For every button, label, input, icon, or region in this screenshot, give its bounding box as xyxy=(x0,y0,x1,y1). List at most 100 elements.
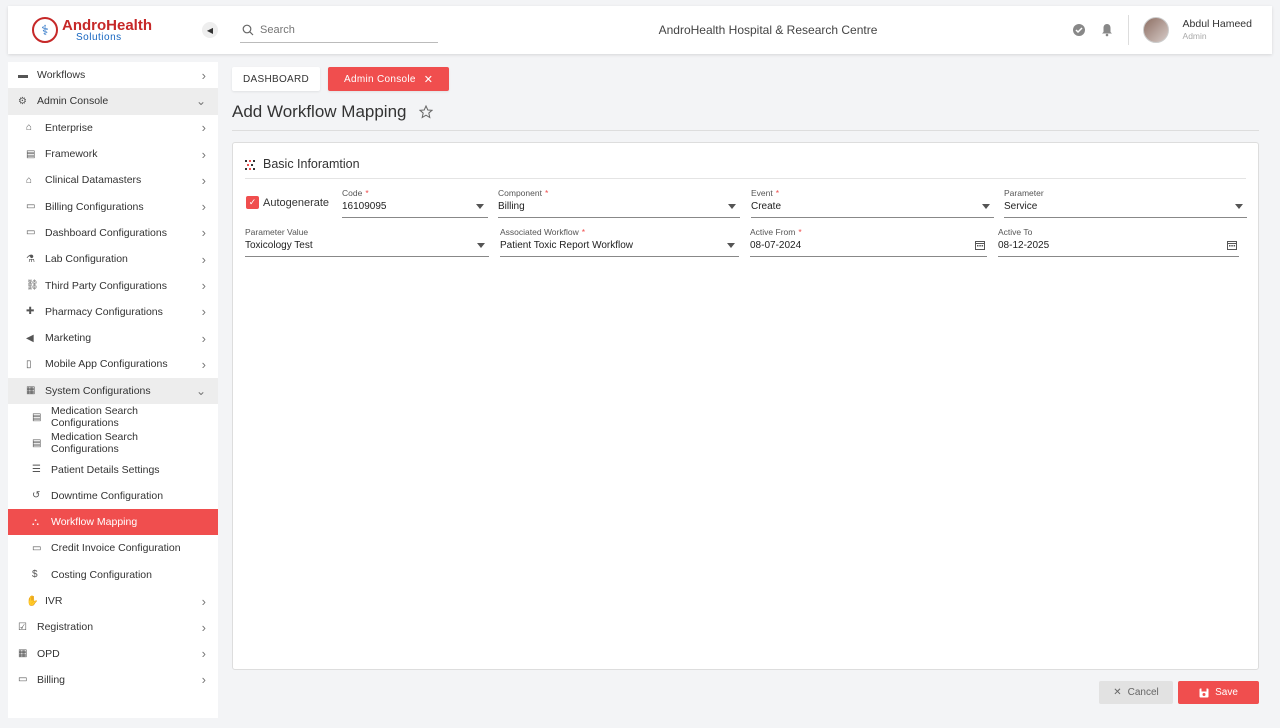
star-icon[interactable] xyxy=(418,105,433,119)
code-field[interactable]: Code * 16109095 xyxy=(342,188,488,218)
chevron-down-icon[interactable] xyxy=(728,204,736,209)
invoice-icon: ▭ xyxy=(32,542,42,554)
chevron-right-icon[interactable]: › xyxy=(202,357,206,372)
sidebar-item-ivr[interactable]: ✋ IVR › xyxy=(8,588,218,614)
active-from-field[interactable]: Active From * 08-07-2024 xyxy=(750,227,987,257)
verified-icon[interactable] xyxy=(1072,23,1086,37)
close-icon[interactable]: ✕ xyxy=(424,73,434,86)
chevron-down-icon[interactable] xyxy=(477,243,485,248)
calendar-icon[interactable] xyxy=(1227,240,1237,250)
sidebar-item-credit-invoice-configuration[interactable]: ▭ Credit Invoice Configuration xyxy=(8,535,218,561)
chevron-down-icon[interactable] xyxy=(476,204,484,209)
sidebar-item-label: Costing Configuration xyxy=(51,568,152,581)
parameter-label: Parameter xyxy=(1004,188,1044,198)
chevron-right-icon[interactable]: › xyxy=(202,147,206,162)
floppy-icon xyxy=(1199,688,1209,697)
save-label: Save xyxy=(1215,687,1238,698)
avatar[interactable] xyxy=(1142,17,1169,43)
chevron-right-icon[interactable]: › xyxy=(202,672,206,687)
brand-logo[interactable]: ⚕ AndroHealth Solutions xyxy=(8,6,208,54)
sidebar-item-opd[interactable]: ▦ OPD › xyxy=(8,641,218,667)
chevron-right-icon[interactable]: › xyxy=(202,199,206,214)
sidebar-item-lab-configuration[interactable]: ⚗ Lab Configuration › xyxy=(8,246,218,272)
hand-icon: ✋ xyxy=(26,595,39,607)
associated-workflow-value: Patient Toxic Report Workflow xyxy=(500,240,634,251)
sidebar-item-label: Dashboard Configurations xyxy=(45,226,167,239)
sidebar-item-label: Clinical Datamasters xyxy=(45,174,142,187)
sidebar-item-label: Workflows xyxy=(37,69,86,82)
sidebar-item-medication-search-configurations[interactable]: ▤ Medication Search Configurations xyxy=(8,430,218,456)
autogenerate-checkbox[interactable]: ✓ Autogenerate xyxy=(246,196,329,209)
tab-dashboard[interactable]: DASHBOARD xyxy=(232,67,321,91)
chevron-right-icon[interactable]: › xyxy=(202,594,206,609)
chevron-right-icon[interactable]: › xyxy=(202,252,206,267)
megaphone-icon: ◀ xyxy=(26,332,34,344)
sidebar-item-patient-details-settings[interactable]: ☰ Patient Details Settings xyxy=(8,456,218,482)
sidebar-item-costing-configuration[interactable]: $ Costing Configuration xyxy=(8,562,218,588)
cancel-button[interactable]: ✕ Cancel xyxy=(1099,681,1173,704)
chevron-right-icon[interactable]: › xyxy=(202,331,206,346)
sidebar-item-enterprise[interactable]: ⌂ Enterprise › xyxy=(8,115,218,141)
parameter-value-select[interactable]: Parameter Value Toxicology Test xyxy=(245,227,489,257)
chevron-down-icon[interactable]: ⌄ xyxy=(196,384,206,398)
associated-workflow-select[interactable]: Associated Workflow * Patient Toxic Repor… xyxy=(500,227,739,257)
parameter-select[interactable]: Parameter Service xyxy=(1004,188,1247,218)
sparkle-icon xyxy=(245,160,255,170)
caduceus-icon: ⚕ xyxy=(32,17,58,43)
sidebar-item-third-party-configurations[interactable]: ⛓ Third Party Configurations › xyxy=(8,272,218,298)
collapse-sidebar-button[interactable]: ◀ xyxy=(202,22,218,38)
building-icon: ▦ xyxy=(26,385,36,397)
sidebar-item-downtime-configuration[interactable]: ↺ Downtime Configuration xyxy=(8,483,218,509)
sidebar-item-label: Downtime Configuration xyxy=(51,489,164,502)
chevron-right-icon[interactable]: › xyxy=(202,173,206,188)
active-to-value: 08-12-2025 xyxy=(998,240,1050,251)
active-to-label: Active To xyxy=(998,227,1033,237)
sidebar-item-mobile-app-configurations[interactable]: ▯ Mobile App Configurations › xyxy=(8,351,218,377)
associated-workflow-label: Associated Workflow * xyxy=(500,227,586,237)
card-icon: ▭ xyxy=(26,201,36,213)
search-box[interactable] xyxy=(240,17,438,43)
sidebar-item-system-configurations[interactable]: ▦ System Configurations ⌄ xyxy=(8,377,218,404)
sidebar-item-label: Patient Details Settings xyxy=(51,463,160,476)
sidebar-item-admin-console[interactable]: ⚙ Admin Console ⌄ xyxy=(8,88,218,115)
bell-icon[interactable] xyxy=(1100,23,1114,37)
sidebar-item-pharmacy-configurations[interactable]: ✚ Pharmacy Configurations › xyxy=(8,299,218,325)
sidebar-item-medication-search-configurations[interactable]: ▤ Medication Search Configurations xyxy=(8,404,218,430)
sidebar-item-clinical-datamasters[interactable]: ⌂ Clinical Datamasters › xyxy=(8,167,218,193)
sidebar-item-billing[interactable]: ▭ Billing › xyxy=(8,667,218,693)
component-select[interactable]: Component * Billing xyxy=(498,188,740,218)
chevron-right-icon[interactable]: › xyxy=(202,120,206,135)
chevron-right-icon[interactable]: › xyxy=(202,278,206,293)
sidebar-item-label: Pharmacy Configurations xyxy=(45,305,163,318)
chevron-right-icon[interactable]: › xyxy=(202,225,206,240)
sidebar-item-label: Lab Configuration xyxy=(45,253,128,266)
sidebar-item-workflow-mapping[interactable]: ⛬ Workflow Mapping xyxy=(8,509,218,536)
sidebar-item-registration[interactable]: ☑ Registration › xyxy=(8,614,218,640)
sidebar-item-marketing[interactable]: ◀ Marketing › xyxy=(8,325,218,351)
chevron-down-icon[interactable]: ⌄ xyxy=(196,94,206,108)
event-select[interactable]: Event * Create xyxy=(751,188,994,218)
autogenerate-label: Autogenerate xyxy=(263,196,330,209)
sidebar-item-workflows[interactable]: ▬ Workflows › xyxy=(8,62,218,88)
sidebar-item-label: Billing Configurations xyxy=(45,200,144,213)
sidebar-item-billing-configurations[interactable]: ▭ Billing Configurations › xyxy=(8,193,218,219)
user-info[interactable]: Abdul Hameed Admin xyxy=(1183,18,1252,43)
history-icon: ↺ xyxy=(32,490,41,502)
chevron-right-icon[interactable]: › xyxy=(202,68,206,83)
chevron-right-icon[interactable]: › xyxy=(202,620,206,635)
active-to-field[interactable]: Active To 08-12-2025 xyxy=(998,227,1239,257)
sidebar-item-framework[interactable]: ▤ Framework › xyxy=(8,141,218,167)
chevron-right-icon[interactable]: › xyxy=(202,646,206,661)
calendar-icon[interactable] xyxy=(975,240,985,250)
checkmark-icon[interactable]: ✓ xyxy=(246,196,259,209)
chevron-down-icon[interactable] xyxy=(1235,204,1243,209)
tab-admin-console[interactable]: Admin Console ✕ xyxy=(328,67,450,91)
parameter-value: Service xyxy=(1004,201,1038,212)
flask-icon: ⚗ xyxy=(26,253,35,265)
search-input[interactable] xyxy=(260,23,420,36)
save-button[interactable]: Save xyxy=(1178,681,1259,704)
sidebar-item-dashboard-configurations[interactable]: ▭ Dashboard Configurations › xyxy=(8,220,218,246)
chevron-right-icon[interactable]: › xyxy=(202,304,206,319)
chevron-down-icon[interactable] xyxy=(727,243,735,248)
chevron-down-icon[interactable] xyxy=(982,204,990,209)
